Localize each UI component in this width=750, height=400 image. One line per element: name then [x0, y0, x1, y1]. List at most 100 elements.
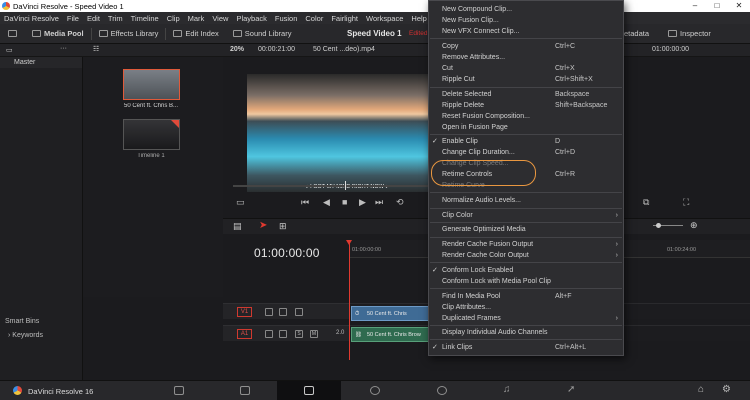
menu-mark[interactable]: Mark: [184, 14, 209, 23]
menu-item-duplicated-frames[interactable]: Duplicated Frames ›: [429, 313, 623, 324]
solo-icon[interactable]: S: [295, 330, 303, 338]
menu-item-reset-fusion-composition[interactable]: Reset Fusion Composition...: [429, 111, 623, 122]
fairlight-page-icon[interactable]: ♫: [503, 384, 511, 395]
edit-page-icon[interactable]: [304, 386, 314, 395]
menu-file[interactable]: File: [63, 14, 83, 23]
menu-item-generate-optimized-media[interactable]: Generate Optimized Media: [429, 224, 623, 235]
trim-tool-icon[interactable]: ⊞: [279, 221, 287, 232]
master-bin[interactable]: Master: [0, 57, 82, 68]
keywords-bin[interactable]: › Keywords: [0, 329, 83, 343]
play-icon[interactable]: ▶: [359, 197, 366, 208]
match-frame-icon[interactable]: ⧉: [643, 197, 649, 208]
menu-fusion[interactable]: Fusion: [271, 14, 302, 23]
menu-item-copy[interactable]: Copy Ctrl+C: [429, 41, 623, 52]
menu-item-cut[interactable]: Cut Ctrl+X: [429, 63, 623, 74]
panel-toggle-button[interactable]: [0, 30, 25, 37]
track-label[interactable]: A1: [237, 329, 252, 339]
menu-item-delete-selected[interactable]: Delete Selected Backspace: [429, 89, 623, 100]
playhead-handle[interactable]: [346, 240, 352, 245]
menu-item-render-cache-fusion-output[interactable]: Render Cache Fusion Output ›: [429, 239, 623, 250]
timeline-thumbnail[interactable]: [123, 119, 180, 150]
menu-item-remove-attributes[interactable]: Remove Attributes...: [429, 52, 623, 63]
monitor-icon[interactable]: [295, 308, 303, 316]
menu-item-clip-attributes[interactable]: Clip Attributes...: [429, 302, 623, 313]
menu-item-open-in-fusion-page[interactable]: Open in Fusion Page: [429, 122, 623, 133]
menu-item-conform-lock-enabled[interactable]: ✓ Conform Lock Enabled: [429, 265, 623, 276]
color-page-icon[interactable]: [437, 386, 447, 395]
media-page-icon[interactable]: [174, 386, 184, 395]
lock-icon[interactable]: [265, 330, 273, 338]
media-pool-button[interactable]: Media Pool: [25, 29, 91, 38]
menu-item-ripple-cut[interactable]: Ripple Cut Ctrl+Shift+X: [429, 74, 623, 85]
viewer-scrubber[interactable]: [233, 181, 433, 190]
mute-icon[interactable]: M: [310, 330, 318, 338]
inspector-label: Inspector: [680, 29, 711, 38]
maximize-button[interactable]: □: [706, 0, 728, 12]
deliver-page-icon[interactable]: ➚: [567, 384, 575, 395]
menu-item-find-in-media-pool[interactable]: Find In Media Pool Alt+F: [429, 291, 623, 302]
audio-clip[interactable]: ⛓ 50 Cent ft. Chris Brow: [351, 327, 429, 342]
viewer-options-icon[interactable]: ▭: [236, 197, 245, 208]
menu-item-render-cache-color-output[interactable]: Render Cache Color Output ›: [429, 250, 623, 261]
menu-item-normalize-audio-levels[interactable]: Normalize Audio Levels...: [429, 195, 623, 206]
more-options-icon[interactable]: ···: [60, 45, 67, 52]
clip-name-dropdown[interactable]: 50 Cent ...deo).mp4: [313, 46, 375, 53]
menu-item-change-clip-duration[interactable]: Change Clip Duration... Ctrl+D: [429, 147, 623, 158]
stop-icon[interactable]: ■: [342, 197, 347, 207]
menu-item-display-individual-audio-channels[interactable]: Display Individual Audio Channels: [429, 327, 623, 338]
step-back-icon[interactable]: ◀: [323, 197, 330, 208]
close-button[interactable]: ✕: [728, 0, 750, 12]
menu-timeline[interactable]: Timeline: [127, 14, 163, 23]
menu-item-new-compound-clip[interactable]: New Compound Clip...: [429, 4, 623, 15]
menu-workspace[interactable]: Workspace: [362, 14, 407, 23]
zoom-dropdown[interactable]: 20%: [230, 46, 244, 53]
menu-trim[interactable]: Trim: [104, 14, 127, 23]
edit-index-button[interactable]: Edit Index: [166, 29, 225, 38]
timeline-playhead[interactable]: [349, 240, 350, 360]
menu-view[interactable]: View: [208, 14, 232, 23]
menu-item-link-clips[interactable]: ✓ Link Clips Ctrl+Alt+L: [429, 342, 623, 353]
menu-item-label: Link Clips: [442, 344, 473, 351]
fullscreen-icon[interactable]: ⛶: [683, 197, 689, 208]
menu-edit[interactable]: Edit: [83, 14, 104, 23]
menu-fairlight[interactable]: Fairlight: [327, 14, 362, 23]
edited-indicator: Edited: [409, 30, 428, 37]
minimize-button[interactable]: –: [684, 0, 706, 12]
metadata-button[interactable]: etadata: [624, 29, 649, 38]
inspector-button[interactable]: Inspector: [668, 29, 711, 38]
loop-icon[interactable]: ⟲: [396, 197, 404, 208]
settings-gear-icon[interactable]: ⚙: [722, 384, 731, 395]
menu-playback[interactable]: Playback: [232, 14, 270, 23]
video-clip[interactable]: ⏱ 50 Cent ft. Chris: [351, 306, 429, 321]
menu-item-label: New VFX Connect Clip...: [442, 28, 520, 35]
menu-davinci-resolve[interactable]: DaVinci Resolve: [0, 14, 63, 23]
sound-library-button[interactable]: Sound Library: [226, 29, 299, 38]
auto-select-icon[interactable]: [279, 330, 287, 338]
home-icon[interactable]: ⌂: [698, 384, 704, 395]
lock-icon[interactable]: [265, 308, 273, 316]
fusion-page-icon[interactable]: [370, 386, 380, 395]
jump-start-icon[interactable]: ⏮: [301, 197, 309, 208]
timeline-view-options-icon[interactable]: ▤: [233, 221, 242, 232]
menu-item-new-vfx-connect-clip[interactable]: New VFX Connect Clip...: [429, 26, 623, 37]
menu-item-conform-lock-with-media-pool-clip[interactable]: Conform Lock with Media Pool Clip: [429, 276, 623, 287]
menu-item-clip-color[interactable]: Clip Color ›: [429, 210, 623, 221]
menu-item-new-fusion-clip[interactable]: New Fusion Clip...: [429, 15, 623, 26]
track-label[interactable]: V1: [237, 307, 252, 317]
list-view-icon[interactable]: ☷: [93, 45, 99, 53]
menu-color[interactable]: Color: [301, 14, 327, 23]
auto-select-icon[interactable]: [279, 308, 287, 316]
menu-clip[interactable]: Clip: [163, 14, 184, 23]
zoom-slider-knob[interactable]: [656, 223, 661, 228]
effects-library-button[interactable]: Effects Library: [92, 29, 166, 38]
video-frame[interactable]: ♪ I GOT MY MIND RIGHT NOW ♪: [247, 74, 447, 192]
step-forward-icon[interactable]: ⏭: [375, 197, 383, 208]
scrubber-playhead[interactable]: [345, 181, 346, 190]
cut-page-icon[interactable]: [240, 386, 250, 395]
zoom-in-icon[interactable]: ⊕: [690, 220, 698, 231]
media-clip-thumbnail[interactable]: [123, 69, 180, 100]
selection-tool-icon[interactable]: ➤: [259, 220, 267, 231]
grid-view-icon[interactable]: ▭: [6, 46, 13, 54]
menu-item-ripple-delete[interactable]: Ripple Delete Shift+Backspace: [429, 100, 623, 111]
menu-item-enable-clip[interactable]: ✓ Enable Clip D: [429, 136, 623, 147]
